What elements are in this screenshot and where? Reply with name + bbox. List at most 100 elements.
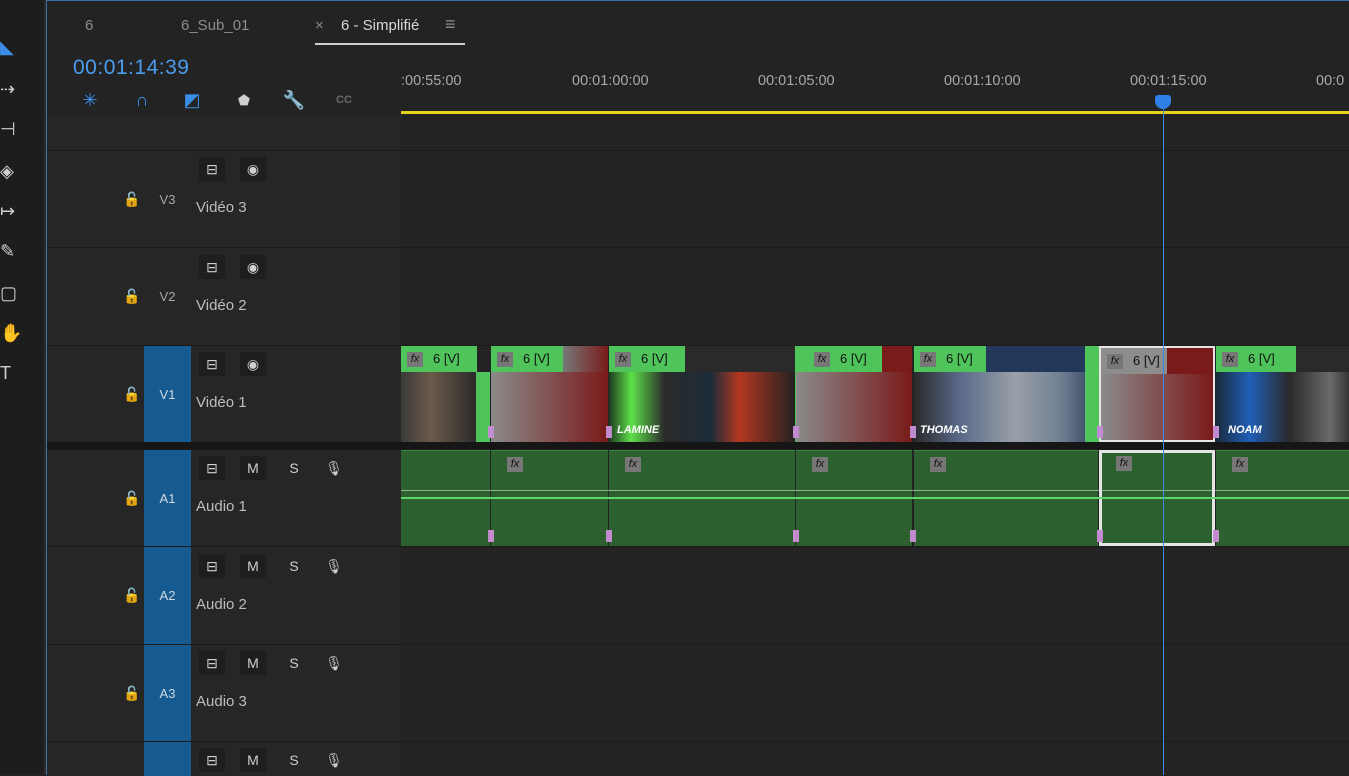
clip-marker [1097, 426, 1103, 438]
track-body-a1[interactable]: fx fx fx fx fx fx [401, 449, 1349, 549]
audio-clip[interactable]: fx [609, 450, 795, 549]
toggle-sync-lock-icon[interactable]: ⊟ [199, 352, 225, 376]
clip-marker [606, 426, 612, 438]
add-marker-icon[interactable]: ⬟ [231, 87, 257, 113]
selection-tool-icon[interactable]: ◣ [0, 36, 20, 58]
toggle-sync-lock-icon[interactable]: ⊟ [199, 554, 225, 578]
track-name-a2[interactable]: Audio 2 [196, 596, 247, 613]
lock-icon[interactable]: 🔓 [123, 288, 140, 305]
solo-button[interactable]: S [281, 456, 307, 480]
hand-tool-icon[interactable]: ✋ [0, 322, 20, 344]
tab-close-icon[interactable]: × [315, 17, 324, 34]
track-name-a1[interactable]: Audio 1 [196, 498, 247, 515]
fx-badge: fx [920, 352, 936, 368]
playhead-timecode[interactable]: 00:01:14:39 [73, 56, 189, 80]
track-header-a4: ⊟ M S 🎙 [47, 741, 401, 776]
toggle-output-eye-icon[interactable]: ◉ [240, 255, 266, 279]
toggle-sync-lock-icon[interactable]: ⊟ [199, 255, 225, 279]
razor-tool-icon[interactable]: ◈ [0, 160, 20, 182]
track-id-v3[interactable]: V3 [144, 151, 191, 247]
work-area-bar[interactable] [401, 111, 1349, 114]
video-clip[interactable]: fx 6 [V] [491, 346, 608, 442]
track-name-v2[interactable]: Vidéo 2 [196, 297, 247, 314]
tab-6-sub-01[interactable]: 6_Sub_01 [181, 17, 249, 34]
track-name-a3[interactable]: Audio 3 [196, 693, 247, 710]
lock-icon[interactable]: 🔓 [123, 191, 140, 208]
track-id-v2[interactable]: V2 [144, 248, 191, 344]
nest-icon[interactable]: ✳ [77, 87, 103, 113]
track-name-v3[interactable]: Vidéo 3 [196, 199, 247, 216]
fx-badge: fx [1107, 354, 1123, 370]
lock-icon[interactable]: 🔓 [123, 685, 140, 702]
clip-marker [488, 426, 494, 438]
video-clip[interactable]: fx 6 [V] NOAM [1216, 346, 1349, 442]
fx-badge: fx [1116, 456, 1132, 471]
video-audio-divider[interactable] [47, 442, 1349, 449]
track-select-forward-icon[interactable]: ⇢ [0, 78, 20, 100]
mute-button[interactable]: M [240, 456, 266, 480]
tab-6[interactable]: 6 [85, 17, 93, 34]
toggle-output-eye-icon[interactable]: ◉ [240, 157, 266, 181]
mute-button[interactable]: M [240, 748, 266, 772]
toggle-sync-lock-icon[interactable]: ⊟ [199, 157, 225, 181]
track-body-a3[interactable] [401, 644, 1349, 742]
toggle-sync-lock-icon[interactable]: ⊟ [199, 456, 225, 480]
solo-button[interactable]: S [281, 748, 307, 772]
audio-clip[interactable]: fx [1216, 450, 1349, 549]
ruler-label: 00:01:10:00 [944, 73, 1021, 89]
linked-selection-icon[interactable]: ◩ [179, 87, 205, 113]
active-tab-underline [315, 43, 465, 45]
track-body-v3[interactable] [401, 150, 1349, 248]
snap-magnet-icon[interactable]: ∩ [129, 87, 155, 113]
audio-clip[interactable]: fx [491, 450, 608, 549]
voiceover-mic-icon[interactable]: 🎙 [321, 651, 347, 675]
audio-clip[interactable]: fx [914, 450, 1098, 549]
tab-6-simplifie[interactable]: 6 - Simplifié [341, 17, 419, 34]
video-clip[interactable]: fx 6 [V] LAMINE [609, 346, 795, 442]
ruler-label: 00:01:05:00 [758, 73, 835, 89]
audio-clip[interactable] [401, 450, 490, 549]
video-clip[interactable]: fx 6 [V] THOMAS [914, 346, 1098, 442]
audio-clip[interactable]: fx [796, 450, 912, 549]
track-id-a1[interactable]: A1 [144, 450, 191, 546]
video-clip-selected[interactable]: fx 6 [V] [1099, 346, 1215, 442]
toggle-output-eye-icon[interactable]: ◉ [240, 352, 266, 376]
mute-button[interactable]: M [240, 651, 266, 675]
solo-button[interactable]: S [281, 651, 307, 675]
mute-button[interactable]: M [240, 554, 266, 578]
rectangle-tool-icon[interactable]: ▢ [0, 282, 20, 304]
ripple-edit-tool-icon[interactable]: ⊣ [0, 118, 20, 140]
track-body-a4[interactable] [401, 741, 1349, 776]
track-id-a2[interactable]: A2 [144, 547, 191, 645]
settings-wrench-icon[interactable]: 🔧 [281, 87, 307, 113]
tab-menu-icon[interactable]: ≡ [445, 14, 456, 35]
lock-icon[interactable]: 🔓 [123, 587, 140, 604]
type-tool-icon[interactable]: T [0, 362, 20, 384]
track-body-v2[interactable] [401, 247, 1349, 346]
captions-cc-icon[interactable]: CC [331, 87, 357, 113]
track-body-v1[interactable]: fx 6 [V] fx 6 [V] fx 6 [V] LAMINE fx 6 [V] f… [401, 345, 1349, 443]
time-ruler[interactable]: :00:55:00 00:01:00:00 00:01:05:00 00:01:… [401, 51, 1349, 117]
track-id-v1[interactable]: V1 [144, 346, 191, 442]
playhead-line[interactable] [1163, 99, 1164, 775]
voiceover-mic-icon[interactable]: 🎙 [321, 748, 347, 772]
track-name-v1[interactable]: Vidéo 1 [196, 394, 247, 411]
video-clip[interactable]: fx 6 [V] [796, 346, 912, 442]
pen-tool-icon[interactable]: ✎ [0, 240, 20, 262]
toggle-sync-lock-icon[interactable]: ⊟ [199, 748, 225, 772]
audio-waveform-line [401, 490, 1349, 491]
slip-tool-icon[interactable]: ↦ [0, 200, 20, 222]
voiceover-mic-icon[interactable]: 🎙 [321, 554, 347, 578]
track-id-a3[interactable]: A3 [144, 645, 191, 741]
track-body-a2[interactable] [401, 546, 1349, 645]
toggle-sync-lock-icon[interactable]: ⊟ [199, 651, 225, 675]
solo-button[interactable]: S [281, 554, 307, 578]
fx-badge: fx [812, 457, 828, 472]
lock-icon[interactable]: 🔓 [123, 386, 140, 403]
track-header-a2: ⊟ M S 🎙 🔓 A2 Audio 2 [47, 546, 401, 645]
voiceover-mic-icon[interactable]: 🎙 [321, 456, 347, 480]
track-id-a4[interactable] [144, 742, 191, 776]
video-clip[interactable]: fx 6 [V] [401, 346, 490, 442]
lock-icon[interactable]: 🔓 [123, 490, 140, 507]
fx-badge: fx [930, 457, 946, 472]
